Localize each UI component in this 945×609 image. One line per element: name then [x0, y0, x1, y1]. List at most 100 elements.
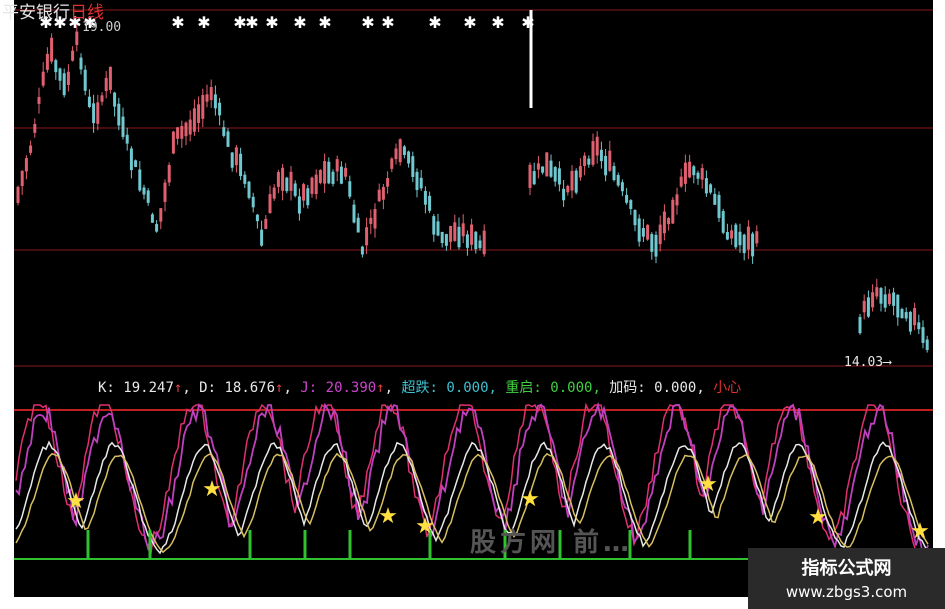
chart-window: ✱ ✱ ✱ ✱ ✱ ✱ ✱ ✱ ✱ ✱ ✱ ✱ ✱ ✱ ✱ ✱ ✱ ★ ★ ★ ★ ★ ★ ★ ★ 平安银行日线 19.00 1…	[0, 0, 945, 609]
candle-body	[264, 218, 268, 229]
candle-body	[96, 102, 100, 124]
candle-body	[117, 103, 121, 126]
candle-body	[289, 171, 293, 191]
candle-body	[125, 134, 129, 144]
candle-body	[637, 218, 641, 242]
candle-body	[633, 209, 637, 226]
candle-body	[478, 240, 482, 249]
d-label: D:	[199, 380, 217, 396]
candle-body	[167, 164, 171, 183]
candle-body	[557, 168, 561, 185]
candle-body	[751, 233, 755, 257]
candle-body	[306, 188, 310, 206]
candle-body	[138, 169, 142, 191]
candle-body	[578, 166, 582, 178]
candle-body	[875, 287, 879, 297]
candle-body	[331, 171, 335, 184]
candle-body	[755, 231, 759, 244]
signal-marker-icon: ✱	[361, 13, 374, 32]
k-label: K:	[98, 380, 115, 396]
candle-body	[318, 170, 322, 183]
candle-body	[37, 97, 41, 104]
candle-body	[474, 231, 478, 250]
candle-body	[239, 153, 243, 177]
candle-body	[146, 190, 150, 203]
candle-body	[545, 152, 549, 177]
candle-body	[428, 195, 432, 211]
candle-body	[407, 151, 411, 164]
candle-body	[709, 184, 713, 193]
candle-body	[142, 187, 146, 195]
candle-body	[209, 87, 213, 101]
signal-marker-icon: ✱	[318, 13, 331, 32]
low-price-label: 14.03⟶	[844, 355, 891, 370]
star-signal-icon: ★	[66, 489, 86, 514]
candle-body	[134, 160, 138, 167]
candle-body	[658, 224, 662, 245]
candle-body	[197, 104, 201, 123]
candle-body	[866, 297, 870, 317]
candle-body	[595, 136, 599, 156]
candle-body	[159, 208, 163, 222]
candle-body	[742, 234, 746, 254]
signal-marker-icon: ✱	[428, 13, 441, 32]
candle-body	[599, 149, 603, 162]
candle-body	[688, 161, 692, 178]
candle-body	[339, 166, 343, 184]
candle-body	[683, 162, 687, 184]
candle-body	[616, 174, 620, 186]
candle-body	[323, 161, 327, 184]
candle-body	[314, 174, 318, 195]
candle-body	[738, 231, 742, 246]
candle-body	[373, 209, 377, 229]
candle-body	[62, 73, 66, 96]
candle-body	[276, 172, 280, 187]
candle-body	[746, 226, 750, 250]
candle-body	[335, 159, 339, 172]
candle-body	[29, 145, 33, 153]
candle-body	[180, 125, 184, 139]
candle-body	[415, 171, 419, 191]
candle-body	[419, 177, 423, 189]
jiama-label: 加码:	[609, 380, 646, 396]
candle-body	[113, 92, 117, 107]
candle-body	[862, 300, 866, 313]
chaodie-value: 0.000	[446, 380, 489, 396]
candle-body	[700, 168, 704, 180]
candle-body	[562, 188, 566, 201]
candle-body	[108, 66, 112, 90]
watermark-title: 指标公式网	[801, 558, 892, 579]
jiama-value: 0.000	[654, 380, 697, 396]
candle-body	[348, 181, 352, 197]
signal-marker-icon: ✱	[293, 13, 306, 32]
candle-body	[92, 103, 96, 124]
candle-body	[566, 185, 570, 193]
candle-body	[129, 148, 133, 171]
candle-body	[650, 234, 654, 252]
candle-body	[75, 31, 79, 45]
candle-body	[908, 311, 912, 332]
candle-body	[925, 339, 929, 350]
signal-marker-icon: ✱	[491, 13, 504, 32]
candle-body	[444, 234, 448, 246]
candle-body	[155, 224, 159, 232]
candle-body	[188, 119, 192, 135]
candle-body	[121, 116, 125, 137]
candle-body	[230, 152, 234, 168]
candle-body	[713, 193, 717, 205]
signal-marker-icon: ✱	[171, 13, 184, 32]
candle-body	[679, 176, 683, 187]
candle-body	[386, 178, 390, 187]
candlestick-chart: ✱ ✱ ✱ ✱ ✱ ✱ ✱✱ ✱ ✱ ✱ ✱ ✱ ✱ ✱ ✱ ✱★ ★★ ★★★★★	[14, 9, 933, 562]
candle-body	[171, 131, 175, 154]
candle-body	[896, 294, 900, 318]
candle-body	[641, 228, 645, 237]
candle-body	[604, 155, 608, 176]
candle-body	[293, 183, 297, 196]
candle-body	[574, 170, 578, 193]
j-arrow-icon: ↑	[376, 380, 385, 396]
candle-body	[482, 230, 486, 255]
candle-body	[381, 186, 385, 200]
candle-body	[587, 158, 591, 165]
candle-body	[398, 139, 402, 163]
